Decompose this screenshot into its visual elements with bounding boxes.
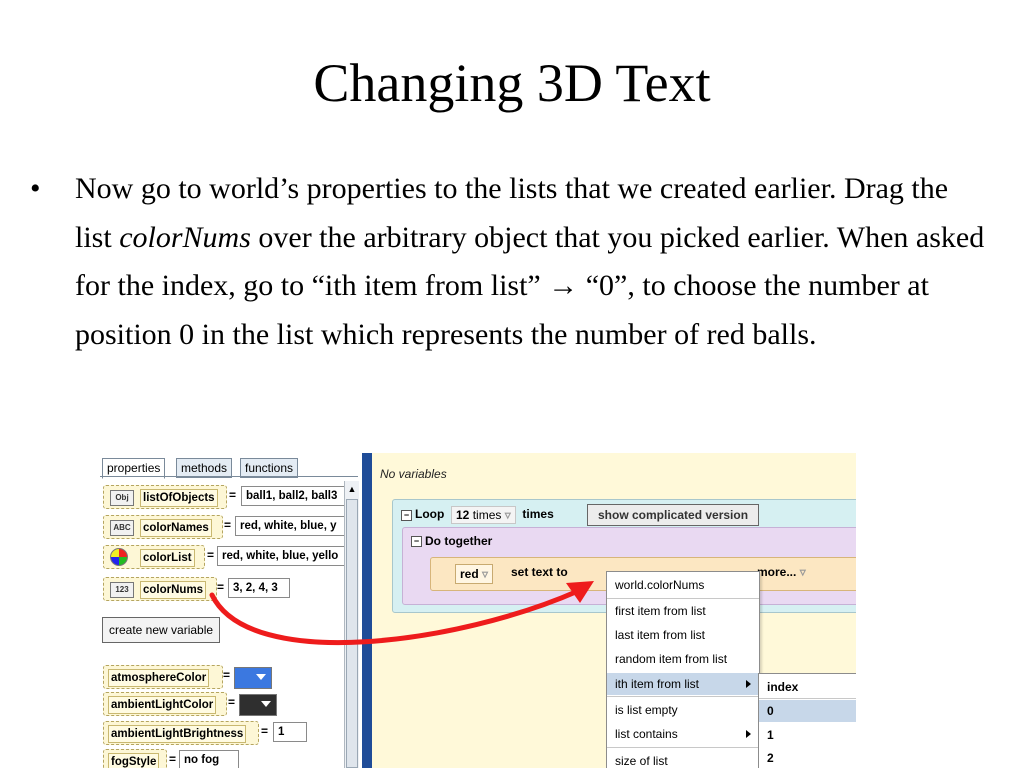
slide-title: Changing 3D Text xyxy=(313,53,711,113)
bullet-text-italic: colorNums xyxy=(119,220,251,254)
alice-screenshot: properties methods functions Obj listOfO… xyxy=(100,453,856,768)
bullet-paragraph: • Now go to world’s properties to the li… xyxy=(30,165,990,359)
drag-arrow-annotation xyxy=(209,581,594,646)
right-arrow-glyph: → xyxy=(548,269,579,302)
bullet-text: Now go to world’s properties to the list… xyxy=(75,165,990,359)
bullet-marker: • xyxy=(30,172,41,205)
drag-arrow-line xyxy=(209,588,581,646)
